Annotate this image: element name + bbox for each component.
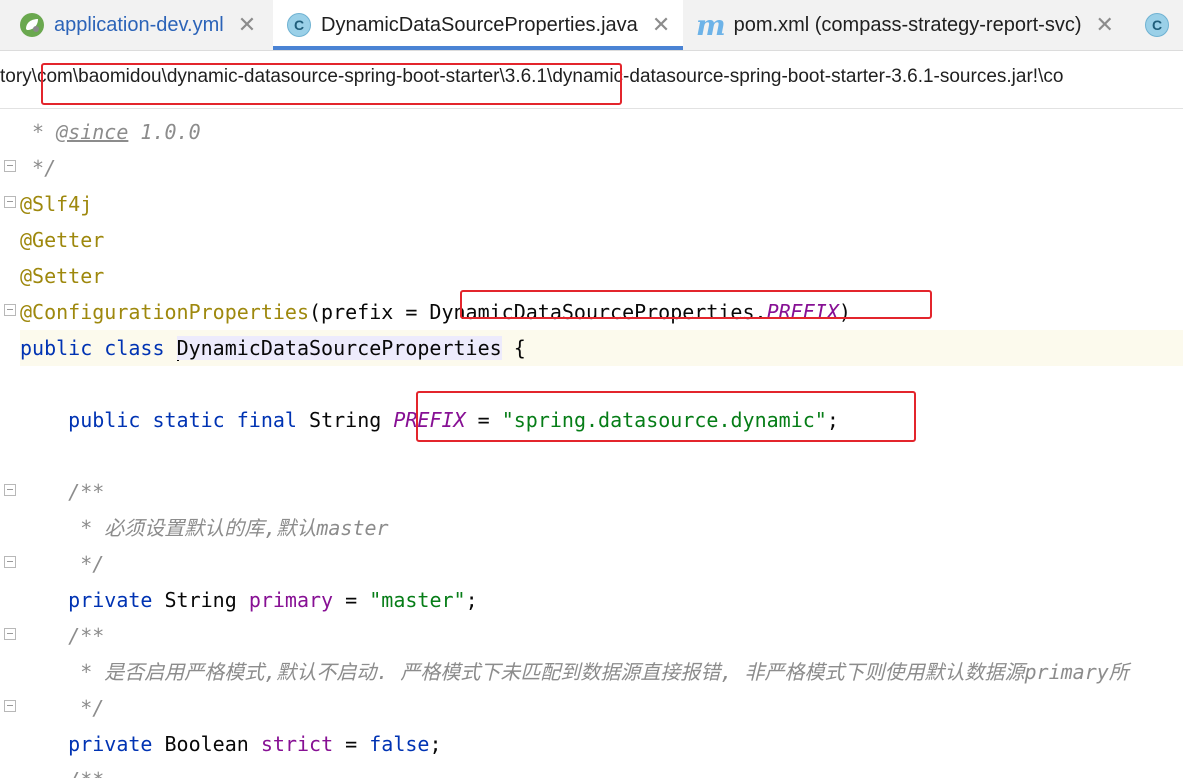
code-line: */ <box>68 696 105 720</box>
code-line: @Setter <box>20 258 104 294</box>
doc-tag: @since <box>56 120 129 144</box>
code-line: private Boolean strict = false; <box>68 732 442 756</box>
editor-tab-bar: application-dev.yml ✕ C DynamicDataSourc… <box>0 0 1183 51</box>
tab-label: application-dev.yml <box>54 13 224 36</box>
annotation: @Setter <box>20 264 105 288</box>
tab-pom-xml[interactable]: m pom.xml (compass-strategy-report-svc) … <box>684 0 1132 50</box>
fold-marker-icon[interactable] <box>4 304 16 316</box>
editor-gutter <box>0 109 20 778</box>
close-tab-icon[interactable]: ✕ <box>238 12 256 38</box>
annotation: @ConfigurationProperties <box>20 300 309 324</box>
code-line: * 必须设置默认的库,默认master <box>68 516 389 540</box>
code-line: @Getter <box>20 222 104 258</box>
code-line: * @since 1.0.0 <box>20 120 201 144</box>
class-declaration-name[interactable]: DynamicDataSourceProperties <box>176 336 502 360</box>
annotation: @Slf4j <box>20 192 93 216</box>
tab-truncated[interactable]: C <box>1133 0 1183 50</box>
maven-m-icon: m <box>696 8 726 42</box>
tab-label: DynamicDataSourceProperties.java <box>321 13 638 36</box>
code-editor[interactable]: * @since 1.0.0 */ @Slf4j @Getter @Setter… <box>0 109 1183 778</box>
fold-marker-icon[interactable] <box>4 160 16 172</box>
code-line: * 是否启用严格模式,默认不启动. 严格模式下未匹配到数据源直接报错, 非严格模… <box>68 660 1129 684</box>
string-literal: "master" <box>369 588 466 612</box>
breadcrumb-rest[interactable]: dynamic-datasource-spring-boot-starter-3… <box>552 66 1063 87</box>
fold-marker-icon[interactable] <box>4 556 16 568</box>
class-c-icon: C <box>287 13 311 37</box>
file-path-breadcrumb: tory\com\baomidou\dynamic-datasource-spr… <box>0 51 1183 109</box>
tab-application-dev-yml[interactable]: application-dev.yml ✕ <box>0 0 272 50</box>
tab-dynamic-datasource-properties[interactable]: C DynamicDataSourceProperties.java ✕ <box>273 0 683 50</box>
code-line: */ <box>20 156 57 180</box>
code-line: /** <box>20 762 104 778</box>
breadcrumb-prefix[interactable]: tory\ <box>0 66 37 87</box>
close-tab-icon[interactable]: ✕ <box>652 12 670 38</box>
annotation: @Getter <box>20 228 105 252</box>
fold-marker-icon[interactable] <box>4 196 16 208</box>
highlight-box-package-path <box>41 63 622 105</box>
code-line: /** <box>68 624 105 648</box>
spring-yml-icon <box>20 13 44 37</box>
fold-marker-icon[interactable] <box>4 484 16 496</box>
code-line: public class DynamicDataSourceProperties… <box>20 336 526 361</box>
field-name[interactable]: primary <box>249 588 333 612</box>
highlight-box-prefix-reference <box>460 290 932 319</box>
field-name[interactable]: strict <box>261 732 333 756</box>
close-tab-icon[interactable]: ✕ <box>1095 12 1113 38</box>
code-line: @Slf4j <box>20 186 92 222</box>
fold-marker-icon[interactable] <box>4 628 16 640</box>
fold-marker-icon[interactable] <box>4 700 16 712</box>
highlight-box-prefix-constant <box>416 391 916 442</box>
tab-label: pom.xml (compass-strategy-report-svc) <box>733 13 1082 36</box>
code-line: private String primary = "master"; <box>68 588 478 612</box>
code-line: */ <box>68 552 105 576</box>
code-line: /** <box>68 480 105 504</box>
class-c-icon: C <box>1145 13 1169 37</box>
